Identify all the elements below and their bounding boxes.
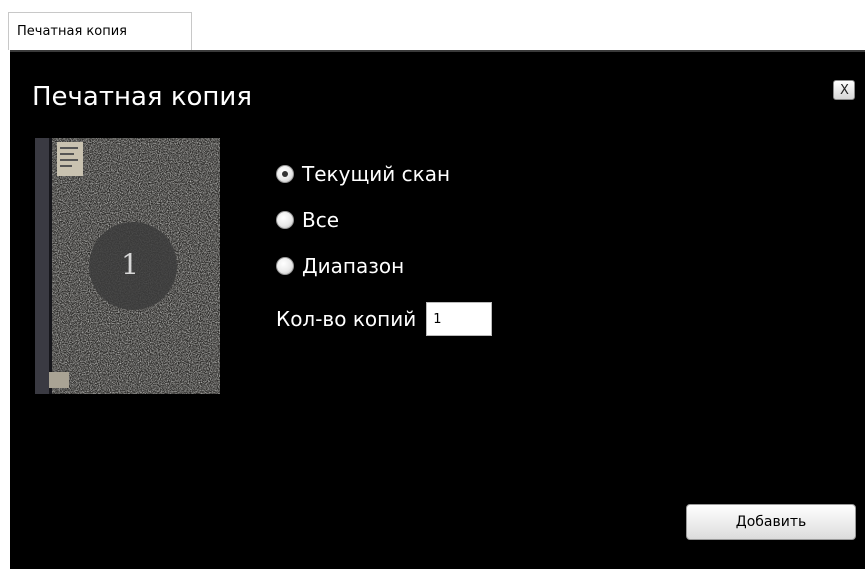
option-all-label: Все xyxy=(302,208,340,232)
copies-label: Кол-во копий xyxy=(276,307,417,331)
option-range-label: Диапазон xyxy=(302,254,405,278)
radio-range[interactable] xyxy=(276,257,294,275)
radio-all[interactable] xyxy=(276,211,294,229)
tab-bar: Печатная копия xyxy=(0,0,865,50)
close-button[interactable]: X xyxy=(833,80,855,100)
tab-print-copy[interactable]: Печатная копия xyxy=(8,12,192,50)
copies-row: Кол-во копий xyxy=(276,302,493,336)
option-current-scan-label: Текущий скан xyxy=(302,162,451,186)
copies-input[interactable] xyxy=(426,302,493,336)
dialog-title: Печатная копия xyxy=(32,82,252,112)
scan-thumbnail[interactable]: 1 xyxy=(35,138,220,394)
option-range[interactable]: Диапазон xyxy=(276,254,404,278)
option-current-scan[interactable]: Текущий скан xyxy=(276,162,450,186)
option-all[interactable]: Все xyxy=(276,208,339,232)
add-button[interactable]: Добавить xyxy=(686,504,856,540)
print-copy-dialog: Печатная копия X 1 Текущий скан Все Диап… xyxy=(10,50,865,569)
page-number-label: 1 xyxy=(121,248,139,281)
radio-current-scan[interactable] xyxy=(276,165,294,183)
